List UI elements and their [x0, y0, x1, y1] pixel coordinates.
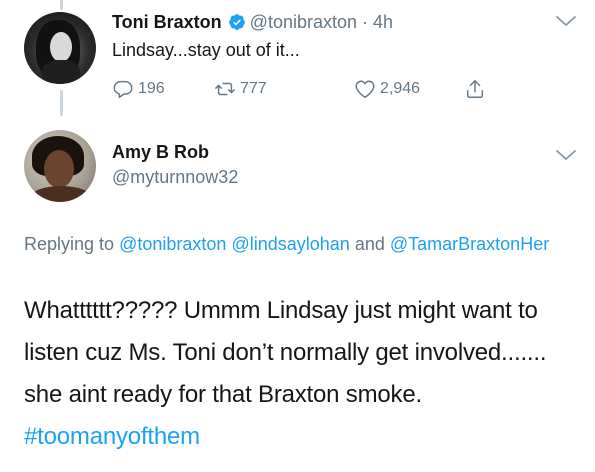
like-count: 2,946 [380, 80, 421, 97]
chevron-down-icon[interactable] [555, 148, 577, 162]
parent-tweet-text: Lindsay...stay out of it... [112, 40, 300, 60]
parent-tweet-header: Toni Braxton @tonibraxton · 4h [112, 10, 393, 34]
retweet-icon [215, 82, 235, 96]
chevron-down-icon[interactable] [555, 14, 577, 28]
share-icon [466, 80, 484, 98]
avatar-toni-braxton[interactable] [24, 12, 96, 84]
share-button[interactable] [464, 78, 490, 100]
reply-author-name[interactable]: Amy B Rob [112, 140, 209, 164]
heart-icon [355, 80, 375, 98]
mention-link[interactable]: @lindsaylohan [231, 234, 349, 254]
parent-tweet-time[interactable]: 4h [373, 12, 393, 32]
reply-body-text: Whatttttt????? Ummm Lindsay just might w… [24, 297, 547, 408]
hashtag-link[interactable]: #toomanyofthem [24, 423, 200, 450]
parent-author-name[interactable]: Toni Braxton [112, 12, 222, 32]
replying-to-label: Replying to [24, 234, 115, 254]
verified-badge-icon [228, 14, 245, 30]
avatar-amy-b-rob[interactable] [24, 130, 96, 202]
mention-link[interactable]: @TamarBraxtonHer [390, 234, 549, 254]
and-word: and [354, 234, 385, 254]
reply-tweet-text: Whatttttt????? Ummm Lindsay just might w… [24, 290, 584, 458]
retweet-button[interactable]: 777 [214, 78, 267, 100]
mention-link[interactable]: @tonibraxton [119, 234, 226, 254]
retweet-count: 777 [240, 80, 267, 97]
reply-count: 196 [138, 80, 165, 97]
reply-icon [113, 80, 133, 98]
tweet-actions: 196 777 2,946 [112, 78, 512, 102]
thread-line-top [60, 0, 63, 10]
reply-button[interactable]: 196 [112, 78, 165, 100]
parent-author-handle[interactable]: @tonibraxton [250, 12, 357, 32]
reply-author-handle[interactable]: @myturnnow32 [112, 165, 238, 189]
like-button[interactable]: 2,946 [354, 78, 420, 100]
replying-to-line: Replying to @tonibraxton @lindsaylohan a… [24, 230, 564, 258]
thread-line [60, 90, 63, 116]
